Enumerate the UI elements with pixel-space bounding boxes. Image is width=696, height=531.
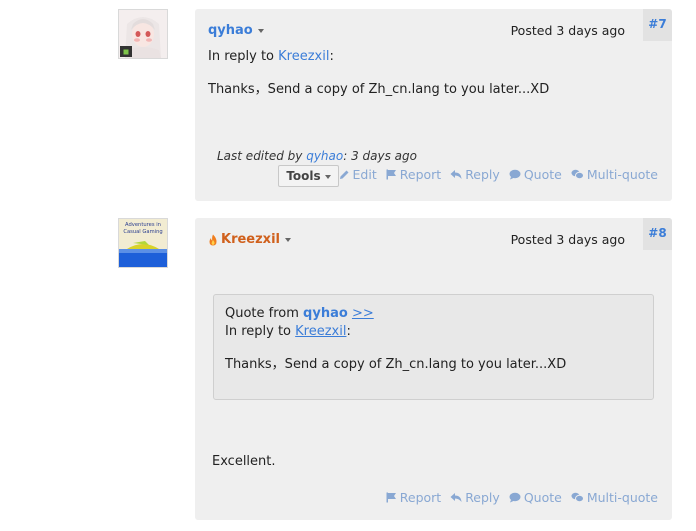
reply-label: Reply [465,167,500,182]
avatar[interactable]: Adventures in Casual Gaming [118,218,168,268]
quote-reply-suffix: : [346,324,351,339]
speech-bubbles-icon [571,169,584,180]
edit-label: Edit [352,167,377,182]
reply-to-link[interactable]: Kreezxil [278,49,329,64]
multiquote-button[interactable]: Multi-quote [571,490,658,505]
reply-prefix: In reply to [208,49,279,64]
reply-button[interactable]: Reply [450,490,500,505]
multiquote-label: Multi-quote [586,490,658,505]
speech-bubble-icon [509,169,521,180]
forum-post: #7 qyhao Posted 3 days ago In reply to K… [195,9,672,201]
quote-from-prefix: Quote from [225,306,304,321]
chevron-down-icon [324,174,331,179]
quote-block: Quote from qyhao >> In reply to Kreezxil… [213,294,654,400]
post-body: Excellent. [212,454,276,469]
post-number-link[interactable]: #7 [643,9,672,41]
quote-button[interactable]: Quote [509,490,562,505]
chevron-down-icon [257,28,264,33]
quote-header: Quote from qyhao >> [225,306,374,321]
quote-reply-reference: In reply to Kreezxil: [225,324,351,339]
post-timestamp: Posted 3 days ago [510,232,625,247]
quote-reply-prefix: In reply to [225,324,296,339]
tools-button[interactable]: Tools [278,165,339,187]
svg-text:Casual Gaming: Casual Gaming [123,229,162,235]
post-timestamp: Posted 3 days ago [510,23,625,38]
author-name[interactable]: qyhao [208,23,253,38]
multiquote-button[interactable]: Multi-quote [571,167,658,182]
speech-bubble-icon [509,492,521,503]
flame-icon [209,234,217,245]
multiquote-label: Multi-quote [586,167,658,182]
author-name-dropdown[interactable]: qyhao [208,23,264,38]
reply-button[interactable]: Reply [450,167,500,182]
quote-author-link[interactable]: qyhao [303,306,348,321]
author-name-dropdown[interactable]: Kreezxil [208,232,291,247]
quote-label: Quote [523,167,562,182]
author-name[interactable]: Kreezxil [221,232,280,247]
forum-post: #8 Kreezxil Posted 3 days ago Quote from… [195,218,672,520]
report-button[interactable]: Report [386,167,441,182]
chevron-down-icon [284,237,291,242]
flag-icon [386,492,396,503]
reply-reference: In reply to Kreezxil: [208,49,334,64]
last-edited-note: Last edited by qyhao: 3 days ago [217,149,417,163]
speech-bubbles-icon [571,492,584,503]
post-body: Thanks，Send a copy of Zh_cn.lang to you … [208,82,550,97]
report-label: Report [399,167,442,182]
flag-icon [386,169,396,180]
anime-girl-avatar-image [119,10,167,58]
report-label: Report [399,490,442,505]
quote-source-link[interactable]: >> [352,306,374,321]
reply-label: Reply [465,490,500,505]
reply-arrow-icon [450,170,462,179]
quote-body: Thanks，Send a copy of Zh_cn.lang to you … [225,357,567,372]
report-button[interactable]: Report [386,490,441,505]
edited-by-link[interactable]: qyhao [306,149,343,163]
adventures-logo-avatar-image: Adventures in Casual Gaming [119,219,167,267]
post-actions: Edit Report Reply Quote Multi-quote [339,167,658,182]
edit-button[interactable]: Edit [339,167,377,182]
avatar[interactable] [118,9,168,59]
quote-reply-to-link[interactable]: Kreezxil [295,324,346,339]
quote-label: Quote [523,490,562,505]
edited-prefix: Last edited by [217,149,307,163]
post-number-link[interactable]: #8 [643,218,672,250]
edited-suffix: : 3 days ago [343,149,417,163]
reply-arrow-icon [450,493,462,502]
avatar-logo-text: Adventures in [125,222,161,228]
post-actions: Report Reply Quote Multi-quote [386,490,658,505]
pencil-icon [339,170,349,179]
tools-label: Tools [286,169,321,183]
reply-suffix: : [329,49,334,64]
quote-button[interactable]: Quote [509,167,562,182]
